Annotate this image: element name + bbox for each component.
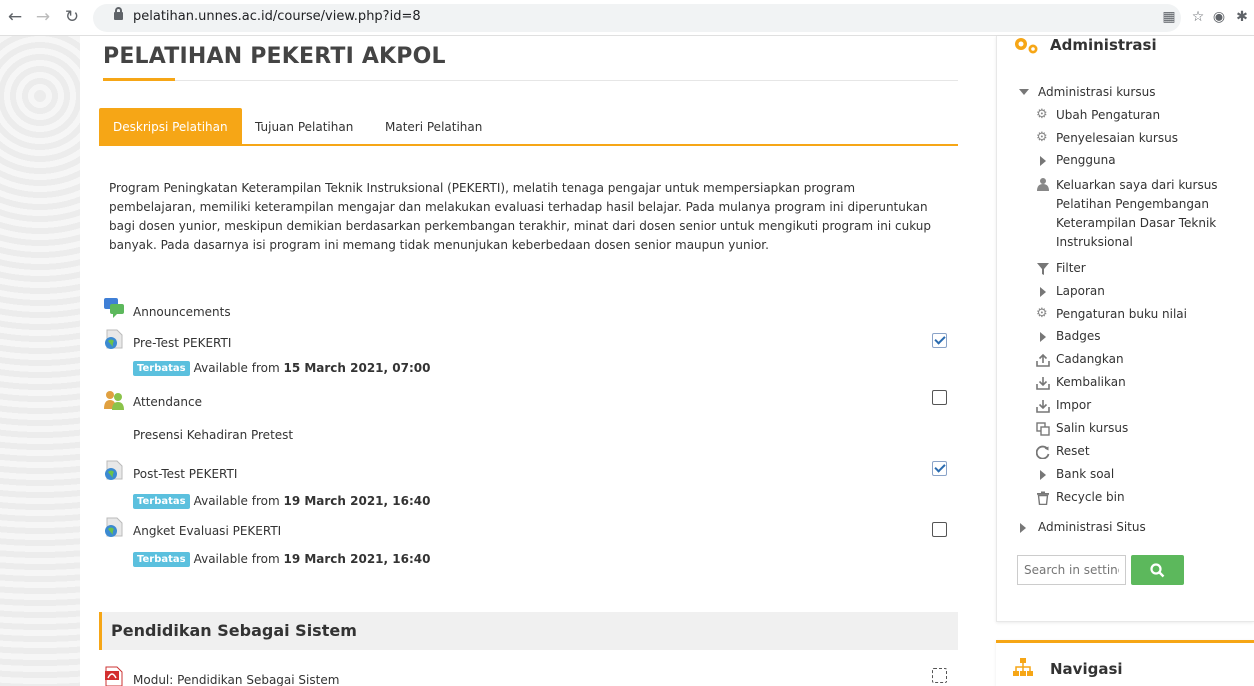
activity-label[interactable]: Modul: Pendidikan Sebagai Sistem — [133, 673, 339, 686]
sidebar-item-bank-soal[interactable]: Bank soal — [1056, 467, 1114, 481]
sitemap-icon — [1013, 658, 1033, 676]
tab-tujuan-pelatihan[interactable]: Tujuan Pelatihan — [241, 108, 367, 146]
sidebar-item-laporan[interactable]: Laporan — [1056, 284, 1105, 298]
sidebar-item-kembalikan[interactable]: Kembalikan — [1056, 375, 1126, 389]
activity-description: Presensi Kehadiran Pretest — [133, 428, 294, 442]
sidebar-item-administrasi-kursus[interactable]: Administrasi kursus — [1038, 85, 1155, 99]
completion-checkbox-angket-evaluasi[interactable] — [932, 522, 947, 537]
reload-icon[interactable]: ↻ — [61, 6, 83, 28]
trash-icon — [1037, 491, 1049, 505]
sidebar-item-filter[interactable]: Filter — [1056, 261, 1086, 275]
completion-checkbox-pre-test[interactable] — [932, 333, 947, 348]
restriction-badge: Terbatas — [133, 361, 190, 376]
sidebar-item-impor[interactable]: Impor — [1056, 398, 1091, 412]
lock-icon — [114, 7, 123, 21]
back-icon[interactable]: ← — [4, 6, 26, 28]
title-divider — [175, 80, 958, 81]
administrasi-block — [996, 36, 1254, 622]
user-icon — [1037, 178, 1049, 191]
extensions-puzzle-icon[interactable]: ✱ — [1233, 8, 1251, 26]
completion-checkbox-modul[interactable] — [932, 668, 947, 683]
sidebar-item-salin-kursus[interactable]: Salin kursus — [1056, 421, 1128, 435]
collapse-icon[interactable] — [1019, 89, 1029, 95]
sidebar-title: Administrasi — [1050, 36, 1157, 54]
navigasi-block — [996, 640, 1254, 686]
search-button[interactable] — [1131, 555, 1184, 585]
tab-deskripsi-pelatihan[interactable]: Deskripsi Pelatihan — [99, 108, 242, 146]
forum-icon — [104, 298, 124, 318]
tab-bar: Deskripsi Pelatihan Tujuan Pelatihan Mat… — [99, 108, 958, 146]
quiz-globe-icon — [105, 460, 123, 480]
activity-label[interactable]: Post-Test PEKERTI — [133, 467, 237, 481]
attendance-icon — [104, 391, 124, 410]
restriction-post-test: Terbatas Available from 19 March 2021, 16… — [133, 494, 430, 509]
globe-extension-icon[interactable]: ◉ — [1210, 8, 1228, 26]
activity-label[interactable]: Attendance — [133, 395, 202, 409]
pdf-icon — [105, 666, 123, 686]
navigasi-title: Navigasi — [1050, 660, 1123, 678]
expand-icon[interactable] — [1040, 332, 1046, 342]
expand-icon[interactable] — [1040, 287, 1046, 297]
copy-icon — [1036, 422, 1050, 436]
restriction-angket-evaluasi: Terbatas Available from 19 March 2021, 16… — [133, 552, 430, 567]
gear-icon: ⚙ — [1036, 306, 1048, 321]
gear-icon: ⚙ — [1036, 130, 1048, 145]
translate-icon[interactable]: ▦ — [1160, 8, 1178, 26]
settings-search-input[interactable] — [1017, 555, 1126, 585]
admin-gears-icon — [1015, 38, 1038, 54]
sidebar-item-badges[interactable]: Badges — [1056, 329, 1100, 343]
sidebar-item-ubah-pengaturan[interactable]: Ubah Pengaturan — [1056, 108, 1160, 122]
sidebar-item-administrasi-situs[interactable]: Administrasi Situs — [1038, 520, 1146, 534]
title-accent-bar — [103, 78, 175, 81]
section-header: Pendidikan Sebagai Sistem — [99, 612, 958, 650]
quiz-globe-icon — [105, 329, 123, 349]
sidebar-item-reset[interactable]: Reset — [1056, 444, 1090, 458]
search-icon — [1150, 563, 1165, 578]
sidebar-item-pengaturan-buku-nilai[interactable]: Pengaturan buku nilai — [1056, 307, 1187, 321]
sidebar-item-penyelesaian-kursus[interactable]: Penyelesaian kursus — [1056, 131, 1178, 145]
sidebar-item-keluarkan[interactable]: Keluarkan saya dari kursus Pelatihan Pen… — [1056, 176, 1218, 252]
quiz-globe-icon — [105, 517, 123, 537]
upload-icon — [1036, 353, 1050, 367]
expand-icon[interactable] — [1040, 156, 1046, 166]
browser-toolbar: ← → ↻ pelatihan.unnes.ac.id/course/view.… — [0, 0, 1254, 36]
gear-icon: ⚙ — [1036, 107, 1048, 122]
tab-materi-pelatihan[interactable]: Materi Pelatihan — [371, 108, 496, 146]
restriction-pre-test: Terbatas Available from 15 March 2021, 07… — [133, 361, 430, 376]
section-title[interactable]: Pendidikan Sebagai Sistem — [111, 621, 357, 640]
forward-icon[interactable]: → — [32, 6, 54, 28]
sidebar-item-cadangkan[interactable]: Cadangkan — [1056, 352, 1124, 366]
sidebar-item-recycle-bin[interactable]: Recycle bin — [1056, 490, 1125, 504]
background-pattern — [0, 36, 80, 686]
restriction-badge: Terbatas — [133, 494, 190, 509]
course-description: Program Peningkatan Keterampilan Teknik … — [109, 181, 932, 252]
activity-label[interactable]: Angket Evaluasi PEKERTI — [133, 524, 281, 538]
completion-checkbox-post-test[interactable] — [932, 461, 947, 476]
completion-checkbox-attendance[interactable] — [932, 390, 947, 405]
activity-label[interactable]: Announcements — [133, 305, 231, 319]
expand-icon[interactable] — [1040, 470, 1046, 480]
url-text[interactable]: pelatihan.unnes.ac.id/course/view.php?id… — [133, 9, 421, 24]
filter-icon — [1037, 263, 1049, 275]
activity-label[interactable]: Pre-Test PEKERTI — [133, 336, 231, 350]
page-title: PELATIHAN PEKERTI AKPOL — [103, 44, 446, 69]
star-icon[interactable]: ☆ — [1189, 8, 1207, 26]
expand-icon[interactable] — [1020, 523, 1026, 533]
download-icon — [1036, 377, 1050, 390]
import-icon — [1036, 400, 1050, 413]
reset-icon — [1036, 445, 1050, 459]
sidebar-item-pengguna[interactable]: Pengguna — [1056, 153, 1116, 167]
restriction-badge: Terbatas — [133, 552, 190, 567]
